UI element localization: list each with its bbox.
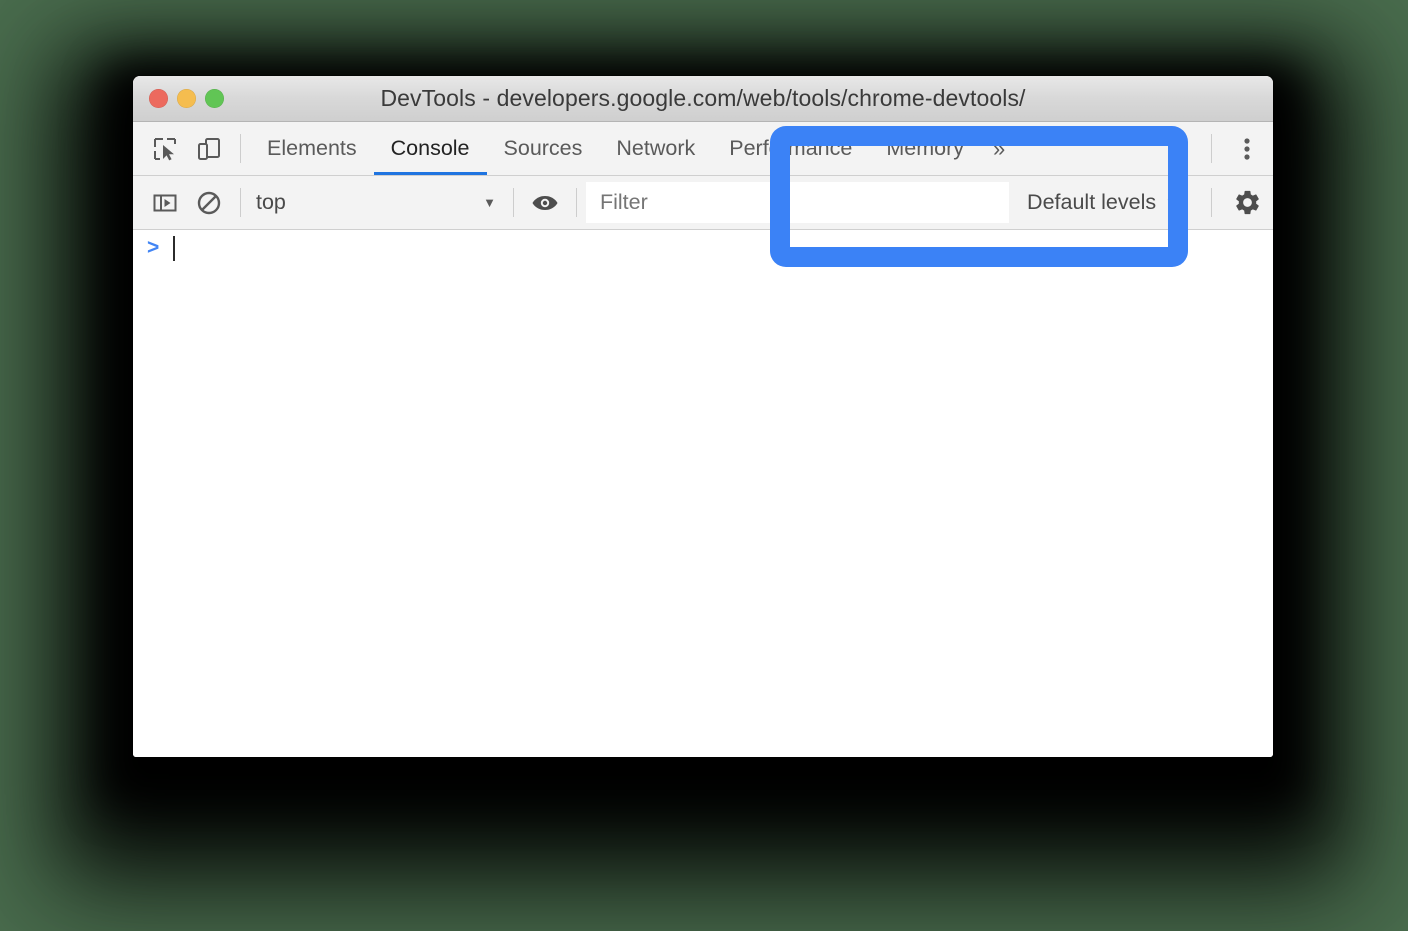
device-toolbar-icon[interactable] (187, 122, 231, 175)
console-prompt-arrow-icon: > (147, 236, 160, 259)
toolbar-divider-1 (240, 188, 241, 217)
tab-memory[interactable]: Memory (869, 122, 981, 175)
tab-network-label: Network (616, 136, 696, 160)
tab-console[interactable]: Console (373, 122, 487, 175)
maximize-window-button[interactable] (205, 89, 224, 108)
console-message-area[interactable]: > (133, 230, 1273, 757)
chevron-down-icon: ▼ (483, 195, 496, 210)
gear-icon[interactable] (1221, 176, 1273, 229)
tab-overflow-label: » (993, 135, 1006, 161)
tab-console-label: Console (390, 136, 470, 160)
console-text-caret (173, 235, 175, 261)
console-sidebar-toggle-icon[interactable] (143, 176, 187, 229)
tabbar-divider-1 (240, 134, 241, 163)
tab-performance[interactable]: Performance (712, 122, 869, 175)
chevron-down-icon: ▼ (1165, 195, 1178, 210)
tabbar-right-group (1202, 122, 1273, 175)
three-dot-menu-icon[interactable] (1221, 122, 1273, 175)
toolbar-divider-3 (576, 188, 577, 217)
devtools-window: DevTools - developers.google.com/web/too… (133, 76, 1273, 757)
minimize-window-button[interactable] (177, 89, 196, 108)
close-window-button[interactable] (149, 89, 168, 108)
eye-icon[interactable] (523, 176, 567, 229)
toolbar-divider-2 (513, 188, 514, 217)
toolbar-right-group (1202, 176, 1273, 229)
log-levels-value: Default levels (1027, 190, 1157, 214)
tab-sources-label: Sources (503, 136, 583, 160)
inspect-element-icon[interactable] (143, 122, 187, 175)
execution-context-value: top (256, 190, 286, 214)
tab-sources[interactable]: Sources (487, 122, 600, 175)
filter-input[interactable] (586, 182, 1010, 223)
tabbar-divider-2 (1211, 134, 1212, 163)
traffic-light-group (149, 89, 224, 108)
panel-tab-list: Elements Console Sources Network Perform… (250, 122, 1017, 175)
window-title-bar: DevTools - developers.google.com/web/too… (133, 76, 1273, 122)
tab-memory-label: Memory (886, 136, 964, 160)
window-title: DevTools - developers.google.com/web/too… (380, 85, 1026, 111)
log-levels-selector[interactable]: Default levels ▼ (1009, 176, 1202, 229)
tab-elements-label: Elements (267, 136, 357, 160)
toolbar-divider-4 (1211, 188, 1212, 217)
console-prompt-row[interactable]: > (133, 230, 1273, 266)
tab-network[interactable]: Network (599, 122, 712, 175)
console-filter-toolbar: top ▼ Default levels ▼ (133, 176, 1273, 230)
tab-elements[interactable]: Elements (250, 122, 374, 175)
panel-tab-bar: Elements Console Sources Network Perform… (133, 122, 1273, 176)
clear-console-icon[interactable] (187, 176, 231, 229)
tab-overflow-button[interactable]: » (981, 122, 1017, 175)
tab-performance-label: Performance (729, 136, 853, 160)
execution-context-selector[interactable]: top ▼ (250, 176, 504, 229)
